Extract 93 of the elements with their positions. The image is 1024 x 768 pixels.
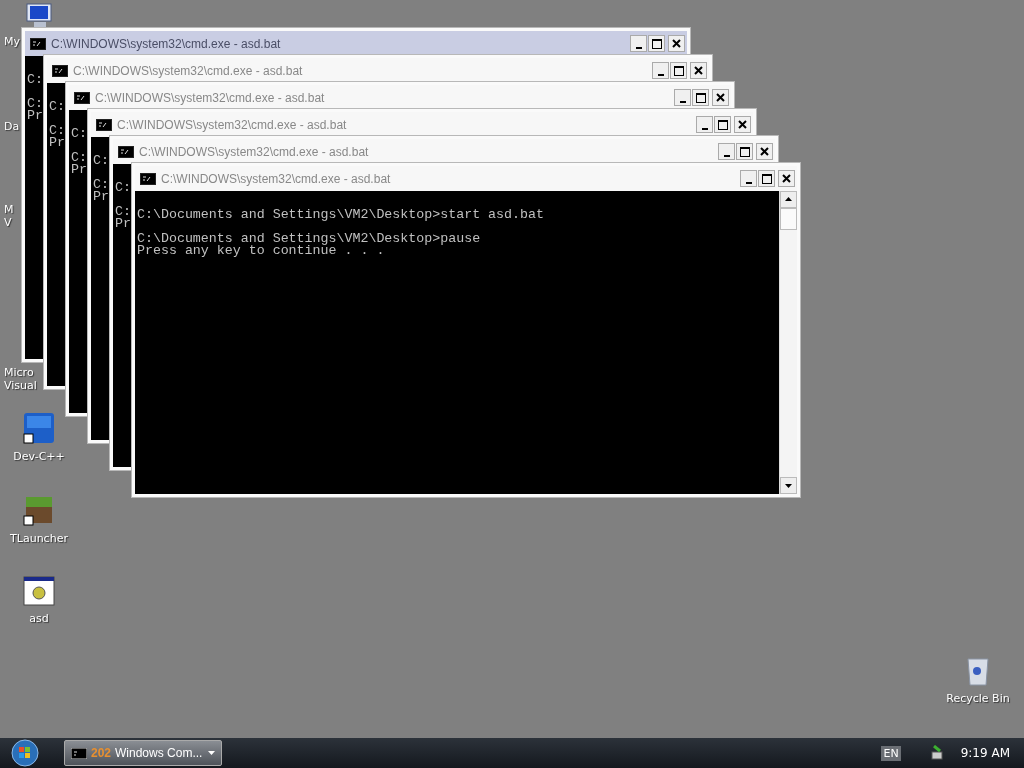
start-button[interactable] [10,738,40,768]
minimize-icon [635,46,642,49]
minimize-button[interactable] [740,170,757,187]
console-line: Pr [115,216,131,231]
window-title: C:\WINDOWS\system32\cmd.exe - asd.bat [161,171,391,186]
console-line: C: [71,150,87,165]
console-icon [96,118,112,131]
console-line: Pr [49,135,65,150]
window-title: C:\WINDOWS\system32\cmd.exe - asd.bat [117,117,347,132]
maximize-button[interactable] [736,143,753,160]
minimize-icon [723,154,730,157]
close-button[interactable] [690,62,707,79]
close-icon [738,120,747,129]
language-indicator[interactable]: EN [881,745,901,761]
scroll-up-icon[interactable] [780,191,797,208]
console-line: C:\Documents and Settings\VM2\Desktop>start asd.bat [137,207,544,222]
close-icon [760,147,769,156]
console-icon [118,145,134,158]
icon-label: Dev-C++ [13,450,65,463]
console-icon [30,37,46,50]
minimize-icon [679,100,686,103]
window-title: C:\WINDOWS\system32\cmd.exe - asd.bat [51,36,281,51]
dev-icon[interactable] [23,412,55,444]
console-line: C: [27,96,43,111]
maximize-button[interactable] [670,62,687,79]
scrollbar[interactable] [779,191,797,494]
close-icon [694,66,703,75]
console-line: C: [93,153,109,168]
close-icon [672,39,681,48]
close-button[interactable] [668,35,685,52]
minimize-icon [701,127,708,130]
console-line: C: [93,177,109,192]
caret-icon [208,751,215,755]
icon-label: asd [29,612,49,625]
minimize-button[interactable] [718,143,735,160]
icon-label: Da [3,120,20,133]
icon-label: TLauncher [10,532,68,545]
icon-label: My [3,35,20,48]
window-count: 202 [91,746,112,760]
close-button[interactable] [778,170,795,187]
console-line: C: [71,126,87,141]
clock[interactable]: 9:19 AM [960,746,1010,760]
console-line: C: [27,72,43,87]
maximize-button[interactable] [648,35,665,52]
icon-label: V [3,216,12,229]
maximize-icon [673,65,684,76]
minimize-icon [657,73,664,76]
window-title: C:\WINDOWS\system32\cmd.exe - asd.bat [139,144,369,159]
console-line: C: [49,123,65,138]
console-line: C: [49,99,65,114]
maximize-icon [739,146,750,157]
console-icon [140,172,156,185]
maximize-icon [651,38,662,49]
recycle-bin-icon[interactable] [966,656,990,686]
taskbar-button[interactable]: 202 Windows Com... [64,740,222,766]
computer-icon[interactable] [24,3,54,29]
minimize-icon [745,181,752,184]
close-button[interactable] [756,143,773,160]
icon-label: M [3,203,14,216]
window-title: C:\WINDOWS\system32\cmd.exe - asd.bat [73,63,303,78]
console-icon [71,747,87,759]
console-line: C: [115,204,131,219]
close-button[interactable] [712,89,729,106]
scroll-thumb[interactable] [780,208,797,230]
minimize-button[interactable] [674,89,691,106]
close-button[interactable] [734,116,751,133]
maximize-button[interactable] [692,89,709,106]
console-line: Pr [27,108,43,123]
minimize-button[interactable] [630,35,647,52]
window-title: C:\WINDOWS\system32\cmd.exe - asd.bat [95,90,325,105]
icon-label: Recycle Bin [946,692,1010,705]
icon-label: Micro [3,366,34,379]
console-icon [52,64,68,77]
batch-file-icon[interactable] [23,576,55,606]
close-icon [716,93,725,102]
console-line: Pr [71,162,87,177]
maximize-button[interactable] [714,116,731,133]
icon-label: Visual [3,379,37,392]
maximize-icon [761,173,772,184]
console-line: C: [115,180,131,195]
console-line: Pr [93,189,109,204]
task-label: Windows Com... [115,746,204,760]
scroll-down-icon[interactable] [780,477,797,494]
minimize-button[interactable] [696,116,713,133]
close-icon [782,174,791,183]
console-icon [74,91,90,104]
console-line: C:\Documents and Settings\VM2\Desktop>pause [137,231,481,246]
maximize-icon [717,119,728,130]
grass-block-icon[interactable] [23,494,55,526]
maximize-icon [695,92,706,103]
minimize-button[interactable] [652,62,669,79]
maximize-button[interactable] [758,170,775,187]
network-icon[interactable] [928,745,945,761]
